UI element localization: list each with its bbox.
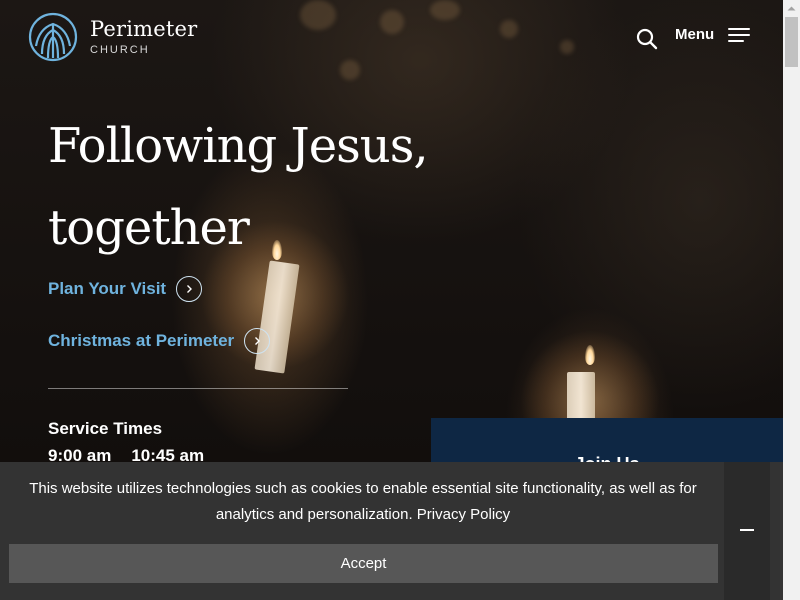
search-icon	[636, 28, 658, 50]
accept-cookies-button[interactable]: Accept	[9, 544, 718, 583]
logo-subtitle: CHURCH	[90, 43, 150, 56]
scrollbar-thumb[interactable]	[785, 17, 798, 67]
plan-your-visit-link[interactable]: Plan Your Visit	[48, 276, 203, 302]
christmas-at-perimeter-label: Christmas at Perimeter	[48, 331, 235, 350]
candle	[567, 372, 595, 422]
site-logo[interactable]: Perimeter CHURCH	[28, 12, 197, 62]
search-button[interactable]	[636, 28, 658, 50]
cookie-message-text: This website utilizes technologies such …	[29, 480, 697, 523]
headline-line-1: Following Jesus,	[48, 118, 429, 174]
menu-button[interactable]: Menu	[675, 26, 751, 43]
candle-flame	[585, 345, 595, 365]
scrollbar[interactable]	[783, 0, 800, 600]
cookie-message: This website utilizes technologies such …	[10, 476, 716, 528]
headline-line-2: together	[48, 199, 250, 256]
divider	[48, 388, 348, 389]
service-times-title: Service Times	[48, 419, 163, 438]
menu-label: Menu	[675, 26, 715, 43]
chevron-right-circle-icon	[176, 276, 203, 302]
minimize-icon[interactable]	[740, 529, 754, 531]
cookie-banner: This website utilizes technologies such …	[0, 462, 783, 600]
chevron-right-circle-icon	[244, 328, 271, 354]
perimeter-logo-icon	[28, 12, 78, 62]
privacy-policy-link[interactable]: Privacy Policy	[417, 506, 510, 523]
hero-headline: Following Jesus, together	[48, 106, 488, 269]
christmas-at-perimeter-link[interactable]: Christmas at Perimeter	[48, 328, 271, 354]
scroll-up-arrow-icon[interactable]	[783, 0, 800, 17]
logo-name: Perimeter	[90, 16, 198, 41]
plan-your-visit-label: Plan Your Visit	[48, 279, 167, 298]
cookie-minimize-area[interactable]	[724, 462, 770, 600]
hamburger-icon	[728, 27, 751, 43]
site-header: Perimeter CHURCH Menu	[0, 0, 783, 80]
